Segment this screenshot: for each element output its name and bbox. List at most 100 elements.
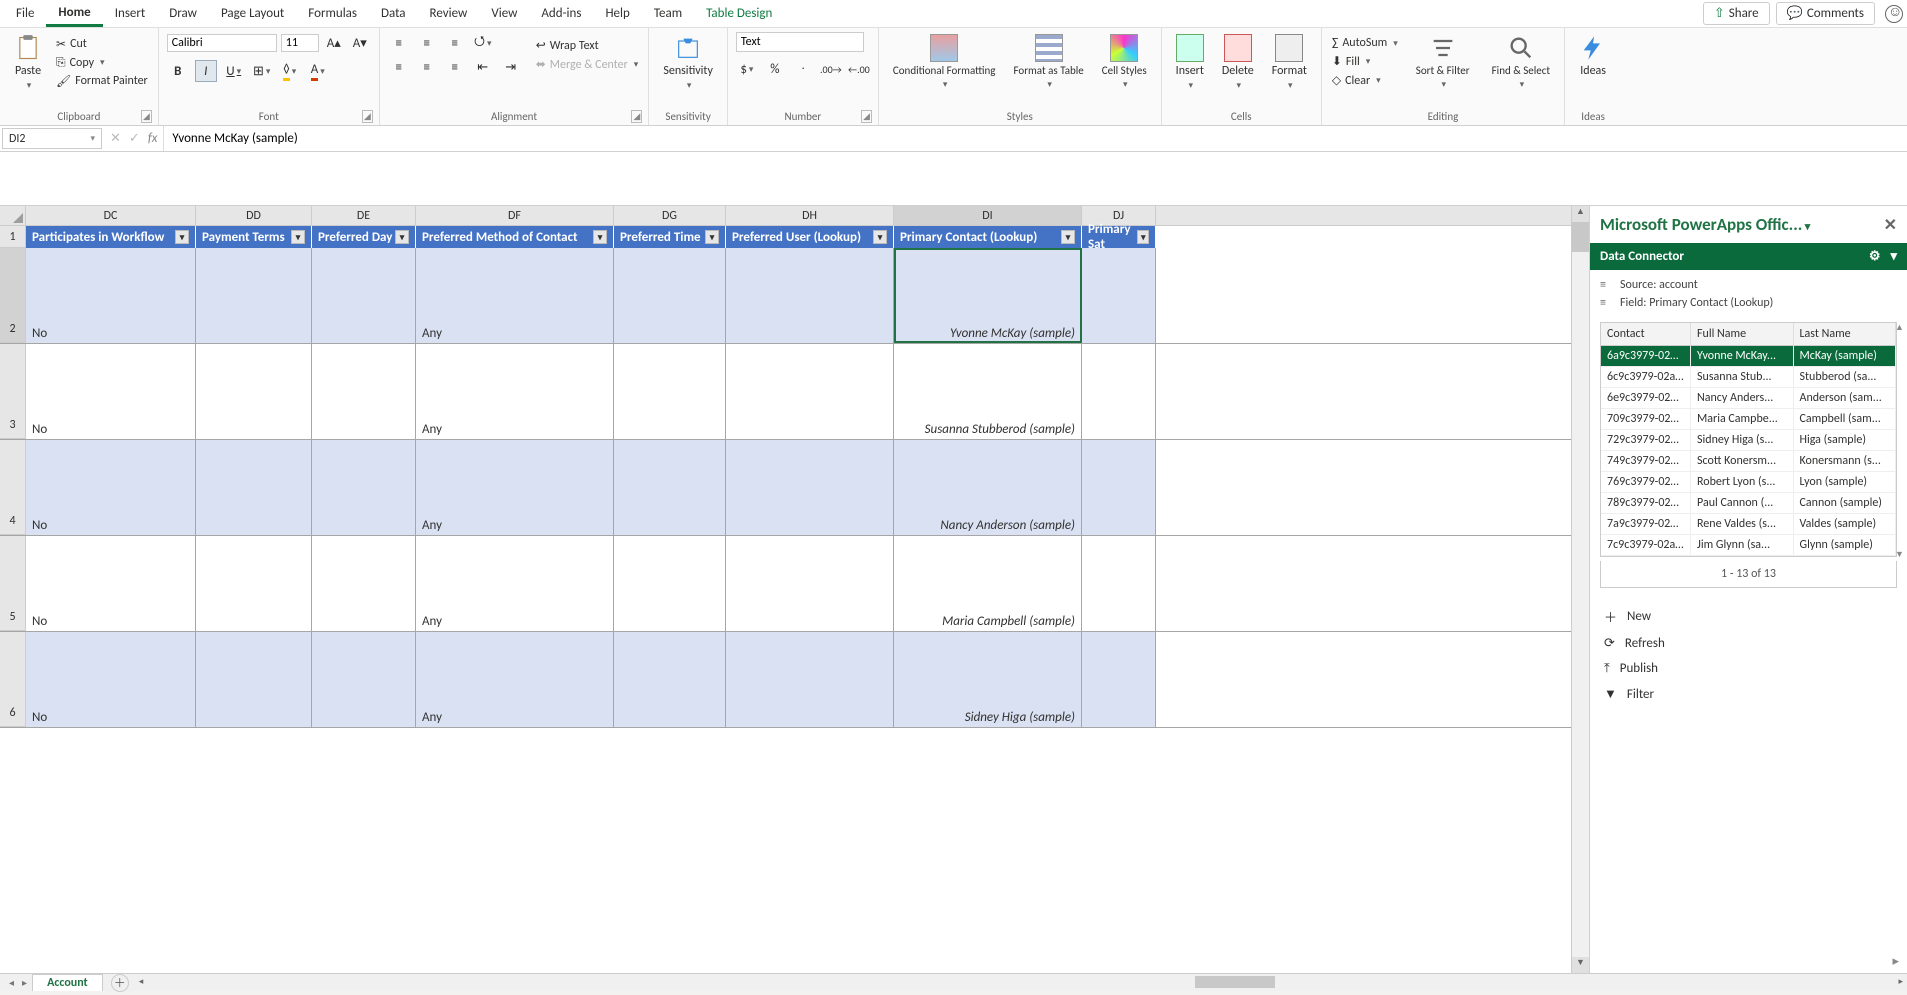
cell-dd-4[interactable] (196, 440, 312, 535)
cell-di-4[interactable]: Nancy Anderson (sample) (894, 440, 1082, 535)
menu-data[interactable]: Data (369, 2, 418, 25)
cell-df-5[interactable]: Any (416, 536, 614, 631)
number-format-select[interactable] (736, 32, 864, 52)
decrease-indent-button[interactable]: ⇤ (472, 56, 494, 78)
table-header-dd[interactable]: Payment Terms▾ (196, 226, 312, 248)
cell-dg-6[interactable] (614, 632, 726, 727)
feedback-button[interactable] (1885, 5, 1903, 23)
fill-button[interactable]: ⬇Fill (1330, 53, 1400, 70)
confirm-formula-button[interactable]: ✓ (129, 131, 140, 146)
cell-dd-5[interactable] (196, 536, 312, 631)
lookup-col-fullname[interactable]: Full Name (1691, 323, 1794, 346)
cell-dc-3[interactable]: No (26, 344, 196, 439)
select-all-corner[interactable] (0, 206, 26, 225)
col-header-dd[interactable]: DD (196, 206, 312, 225)
font-size-input[interactable] (281, 34, 319, 52)
cell-dj-6[interactable] (1082, 632, 1156, 727)
col-header-df[interactable]: DF (416, 206, 614, 225)
borders-button[interactable]: ⊞ (251, 60, 273, 82)
sheet-nav-next[interactable]: ▸ (19, 976, 30, 989)
scroll-up-button[interactable]: ▲ (1572, 206, 1589, 222)
menu-review[interactable]: Review (418, 2, 480, 25)
clear-button[interactable]: ◇Clear (1330, 72, 1400, 89)
table-header-dg[interactable]: Preferred Time▾ (614, 226, 726, 248)
action-filter[interactable]: ▼Filter (1600, 681, 1897, 707)
table-header-di[interactable]: Primary Contact (Lookup)▾ (894, 226, 1082, 248)
align-top-button[interactable]: ≡ (388, 32, 410, 54)
increase-font-button[interactable]: A▴ (323, 32, 345, 54)
row-header-1[interactable]: 1 (0, 226, 26, 248)
format-as-table-button[interactable]: Format as Table (1007, 32, 1089, 92)
row-header-5[interactable]: 5 (0, 536, 26, 631)
lookup-row[interactable]: 749c3979-02a...Scott Konersm...Konersman… (1601, 451, 1896, 472)
cell-de-4[interactable] (312, 440, 416, 535)
format-painter-button[interactable]: 🖌Format Painter (54, 73, 150, 90)
filter-button[interactable]: ▾ (705, 230, 719, 244)
cell-di-2[interactable]: Yvonne McKay (sample) (894, 248, 1082, 343)
sheet-tab-account[interactable]: Account (32, 974, 103, 991)
menu-draw[interactable]: Draw (157, 2, 209, 25)
add-sheet-button[interactable]: ＋ (111, 974, 129, 992)
horizontal-scrollbar[interactable] (151, 976, 1891, 989)
action-publish[interactable]: ⤒Publish (1600, 656, 1897, 681)
align-middle-button[interactable]: ≡ (416, 32, 438, 54)
lookup-row[interactable]: 789c3979-02a...Paul Cannon (...Cannon (s… (1601, 493, 1896, 514)
menu-insert[interactable]: Insert (103, 2, 158, 25)
menu-view[interactable]: View (479, 2, 529, 25)
lookup-scroll-up[interactable]: ▲ (1895, 322, 1907, 333)
table-header-df[interactable]: Preferred Method of Contact▾ (416, 226, 614, 248)
cell-dh-2[interactable] (726, 248, 894, 343)
menu-file[interactable]: File (4, 2, 46, 25)
taskpane-resize-handle[interactable]: ▸ (1590, 950, 1907, 973)
filter-button[interactable]: ▾ (593, 230, 607, 244)
worksheet-grid[interactable]: DCDDDEDFDGDHDIDJ 1 Participates in Workf… (0, 206, 1571, 973)
ideas-button[interactable]: Ideas (1573, 32, 1613, 80)
lookup-row[interactable]: 769c3979-02a...Robert Lyon (s...Lyon (sa… (1601, 472, 1896, 493)
decrease-decimal-button[interactable]: ←.00 (848, 58, 870, 80)
comma-button[interactable]: ᐧ (792, 58, 814, 80)
menu-team[interactable]: Team (642, 2, 694, 25)
menu-addins[interactable]: Add-ins (529, 2, 593, 25)
cell-di-5[interactable]: Maria Campbell (sample) (894, 536, 1082, 631)
cell-dj-3[interactable] (1082, 344, 1156, 439)
font-name-input[interactable] (167, 34, 277, 52)
lookup-row[interactable]: 6e9c3979-02a...Nancy Anders...Anderson (… (1601, 388, 1896, 409)
lookup-scroll-down[interactable]: ▼ (1895, 549, 1907, 560)
fx-button[interactable]: fx (148, 131, 158, 146)
menu-formulas[interactable]: Formulas (296, 2, 369, 25)
clipboard-dialog-launcher[interactable]: ◢ (141, 110, 152, 123)
cell-df-2[interactable]: Any (416, 248, 614, 343)
cell-dh-3[interactable] (726, 344, 894, 439)
lookup-row[interactable]: 6c9c3979-02a...Susanna Stub...Stubberod … (1601, 367, 1896, 388)
cut-button[interactable]: ✂Cut (54, 36, 150, 53)
vertical-scrollbar[interactable]: ▲ ▼ (1571, 206, 1589, 973)
row-header-6[interactable]: 6 (0, 632, 26, 727)
fill-color-button[interactable]: ◊ (279, 60, 301, 82)
formula-input[interactable] (163, 126, 1907, 151)
cell-dg-5[interactable] (614, 536, 726, 631)
lookup-row[interactable]: 709c3979-02a...Maria Campbe...Campbell (… (1601, 409, 1896, 430)
col-header-dh[interactable]: DH (726, 206, 894, 225)
filter-button[interactable]: ▾ (395, 230, 409, 244)
format-cells-button[interactable]: Format (1266, 32, 1313, 93)
cell-dj-2[interactable] (1082, 248, 1156, 343)
cell-styles-button[interactable]: Cell Styles (1096, 32, 1153, 92)
align-right-button[interactable]: ≡ (444, 56, 466, 78)
connector-dropdown[interactable]: ▾ (1890, 249, 1897, 264)
orientation-button[interactable]: ⭯ (472, 32, 494, 54)
increase-indent-button[interactable]: ⇥ (500, 56, 522, 78)
table-header-dc[interactable]: Participates in Workflow▾ (26, 226, 196, 248)
number-dialog-launcher[interactable]: ◢ (861, 110, 872, 123)
filter-button[interactable]: ▾ (873, 230, 887, 244)
cell-dc-5[interactable]: No (26, 536, 196, 631)
find-select-button[interactable]: Find & Select (1486, 32, 1556, 92)
cell-dh-4[interactable] (726, 440, 894, 535)
align-center-button[interactable]: ≡ (416, 56, 438, 78)
cancel-formula-button[interactable]: ✕ (110, 131, 121, 146)
cell-di-6[interactable]: Sidney Higa (sample) (894, 632, 1082, 727)
col-header-de[interactable]: DE (312, 206, 416, 225)
cell-di-3[interactable]: Susanna Stubberod (sample) (894, 344, 1082, 439)
cell-dd-6[interactable] (196, 632, 312, 727)
conditional-formatting-button[interactable]: Conditional Formatting (887, 32, 1002, 92)
scroll-thumb[interactable] (1572, 222, 1589, 252)
